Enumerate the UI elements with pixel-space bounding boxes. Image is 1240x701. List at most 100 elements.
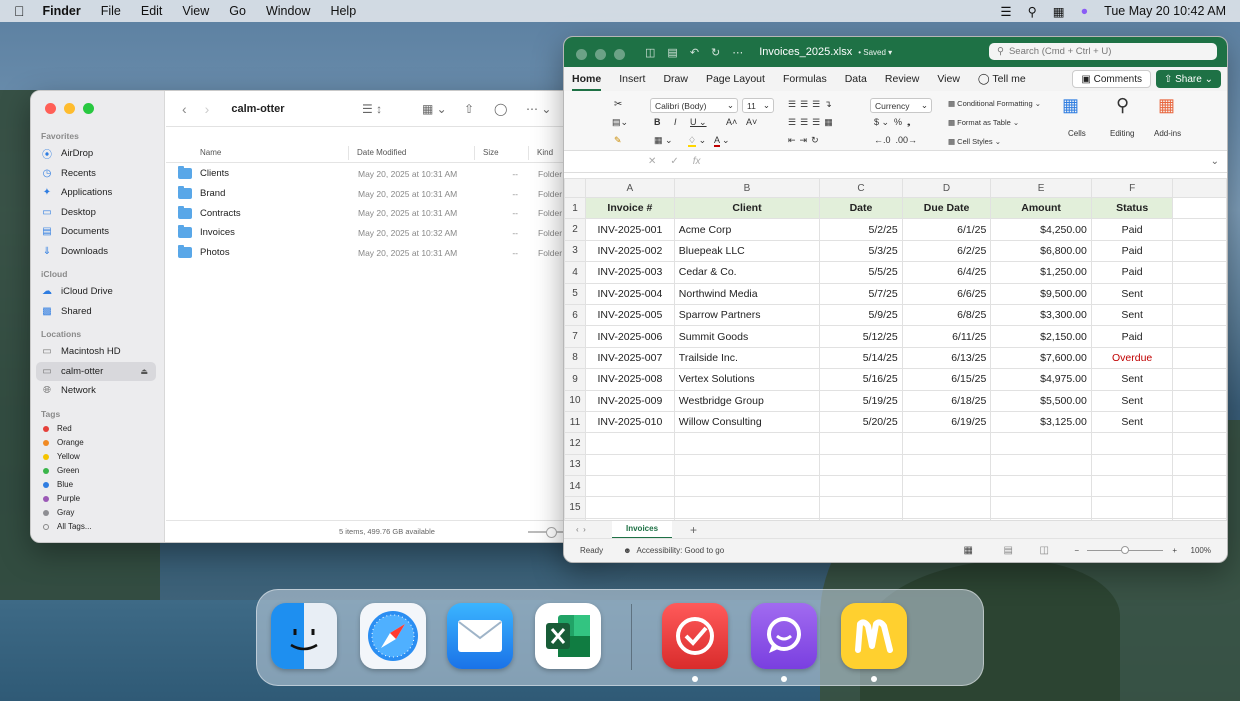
format-painter-icon[interactable]: ✎ bbox=[614, 135, 622, 146]
column-header[interactable] bbox=[1172, 178, 1227, 198]
cell[interactable]: 5/14/25 bbox=[819, 346, 903, 370]
font-name-select[interactable]: Calibri (Body) ⌄ bbox=[650, 98, 738, 113]
sidebar-icon[interactable]: ◫ bbox=[645, 46, 655, 59]
cell[interactable] bbox=[1172, 453, 1227, 477]
cell[interactable] bbox=[1172, 196, 1227, 220]
cell[interactable]: 5/5/25 bbox=[819, 261, 903, 284]
cell[interactable]: Sent bbox=[1090, 389, 1174, 412]
zoom-in-icon[interactable]: + bbox=[1172, 546, 1177, 555]
column-header[interactable]: D bbox=[901, 178, 992, 198]
cell[interactable]: Paid bbox=[1090, 218, 1174, 241]
cell[interactable] bbox=[1172, 303, 1227, 327]
cell[interactable]: 5/12/25 bbox=[819, 325, 903, 348]
add-sheet-icon[interactable]: + bbox=[690, 523, 697, 537]
tab-formulas[interactable]: Formulas bbox=[783, 73, 837, 91]
file-row[interactable]: Photos May 20, 2025 at 10:31 AM -- Folde… bbox=[166, 243, 608, 263]
cells-label[interactable]: Cells bbox=[1068, 129, 1086, 138]
cell[interactable]: Bluepeak LLC bbox=[673, 239, 821, 263]
tab-draw[interactable]: Draw bbox=[663, 73, 698, 91]
cell[interactable]: $1,250.00 bbox=[990, 261, 1092, 284]
cell[interactable] bbox=[990, 432, 1092, 455]
close-button[interactable] bbox=[576, 49, 587, 60]
cell[interactable]: 6/18/25 bbox=[901, 389, 992, 412]
cell[interactable] bbox=[990, 453, 1092, 477]
icon-size-slider[interactable] bbox=[528, 527, 568, 538]
column-size[interactable]: Size bbox=[474, 145, 528, 160]
cell[interactable] bbox=[901, 496, 992, 519]
menu-edit[interactable]: Edit bbox=[141, 4, 163, 18]
zoom-button[interactable] bbox=[614, 49, 625, 60]
cell[interactable]: INV-2025-008 bbox=[584, 368, 675, 391]
cell[interactable]: Summit Goods bbox=[673, 325, 821, 348]
cell[interactable]: 5/19/25 bbox=[819, 389, 903, 412]
cell[interactable] bbox=[1172, 496, 1227, 519]
tag-yellow[interactable]: Yellow bbox=[31, 450, 164, 464]
tag-orange[interactable]: Orange bbox=[31, 436, 164, 450]
cell[interactable] bbox=[901, 453, 992, 477]
apple-icon[interactable]:  bbox=[14, 3, 25, 19]
accessibility-icon[interactable]: ☻ bbox=[623, 546, 631, 555]
tab-home[interactable]: Home bbox=[572, 73, 611, 91]
header-cell[interactable]: Status bbox=[1090, 196, 1174, 220]
function-icon[interactable]: fx bbox=[693, 156, 701, 167]
row-header[interactable]: 5 bbox=[564, 282, 586, 305]
tag-icon[interactable]: ◯ bbox=[494, 102, 507, 116]
cell[interactable] bbox=[819, 496, 903, 519]
clock[interactable]: Tue May 20 10:42 AM bbox=[1104, 4, 1226, 18]
dock-finder-icon[interactable] bbox=[271, 603, 337, 669]
cell[interactable] bbox=[819, 453, 903, 477]
siri-icon[interactable]: ● bbox=[1081, 4, 1089, 18]
sidebar-item-documents[interactable]: ▤ Documents bbox=[31, 222, 164, 242]
cell-status-overdue[interactable]: Overdue bbox=[1090, 346, 1174, 370]
cell[interactable]: Paid bbox=[1090, 261, 1174, 284]
cell[interactable]: $6,800.00 bbox=[990, 239, 1092, 263]
cell[interactable] bbox=[1172, 325, 1227, 348]
file-row[interactable]: Clients May 20, 2025 at 10:31 AM -- Fold… bbox=[166, 164, 608, 184]
row-header[interactable]: 8 bbox=[564, 346, 586, 370]
cell[interactable]: $7,600.00 bbox=[990, 346, 1092, 370]
cell[interactable]: 6/11/25 bbox=[901, 325, 992, 348]
tell-me[interactable]: ◯ Tell me bbox=[978, 73, 1036, 91]
dock-safari-icon[interactable] bbox=[360, 603, 426, 669]
eject-icon[interactable]: ⏏ bbox=[140, 367, 148, 376]
group-icon[interactable]: ▦ ⌄ bbox=[422, 102, 447, 116]
row-header[interactable]: 9 bbox=[564, 368, 586, 391]
align-top-icons[interactable]: ☰☰☰↴ bbox=[788, 99, 836, 110]
cell[interactable]: Sent bbox=[1090, 282, 1174, 305]
share-icon[interactable]: ⇧ bbox=[464, 102, 474, 116]
row-header[interactable]: 6 bbox=[564, 303, 586, 327]
cell[interactable] bbox=[1172, 432, 1227, 455]
cell[interactable]: 6/8/25 bbox=[901, 303, 992, 327]
menu-help[interactable]: Help bbox=[330, 4, 356, 18]
zoom-out-icon[interactable]: − bbox=[1074, 546, 1079, 555]
cell[interactable]: INV-2025-002 bbox=[584, 239, 675, 263]
cell[interactable]: Westbridge Group bbox=[673, 389, 821, 412]
cell[interactable]: Sent bbox=[1090, 368, 1174, 391]
cell[interactable]: INV-2025-005 bbox=[584, 303, 675, 327]
number-format-select[interactable]: Currency ⌄ bbox=[870, 98, 932, 113]
row-header[interactable]: 1 bbox=[564, 196, 586, 220]
cell[interactable] bbox=[584, 432, 675, 455]
share-button[interactable]: ⇧ Share ⌄ bbox=[1155, 70, 1221, 88]
dock-mail-icon[interactable] bbox=[447, 603, 513, 669]
chevron-down-icon[interactable]: ⌄ bbox=[1211, 156, 1219, 167]
editing-label[interactable]: Editing bbox=[1110, 129, 1134, 138]
tag-gray[interactable]: Gray bbox=[31, 506, 164, 520]
cancel-icon[interactable]: ✕ bbox=[648, 156, 656, 167]
select-all-corner[interactable] bbox=[564, 178, 586, 198]
saved-status[interactable]: • Saved ▾ bbox=[858, 48, 892, 57]
cell[interactable]: INV-2025-003 bbox=[584, 261, 675, 284]
sidebar-item-airdrop[interactable]: ⦿ AirDrop bbox=[31, 144, 164, 164]
row-header[interactable]: 2 bbox=[564, 218, 586, 241]
redo-icon[interactable]: ↻ bbox=[711, 46, 720, 59]
cell[interactable]: INV-2025-006 bbox=[584, 325, 675, 348]
menu-go[interactable]: Go bbox=[229, 4, 246, 18]
menu-view[interactable]: View bbox=[182, 4, 209, 18]
row-header[interactable]: 13 bbox=[564, 453, 586, 477]
menu-window[interactable]: Window bbox=[266, 4, 310, 18]
cell[interactable]: $5,500.00 bbox=[990, 389, 1092, 412]
cell[interactable] bbox=[990, 475, 1092, 498]
sidebar-item-calm-otter[interactable]: ▭ calm-otter ⏏ bbox=[36, 361, 156, 381]
cells-icon[interactable]: ▦ bbox=[1062, 95, 1079, 116]
row-header[interactable]: 4 bbox=[564, 261, 586, 284]
